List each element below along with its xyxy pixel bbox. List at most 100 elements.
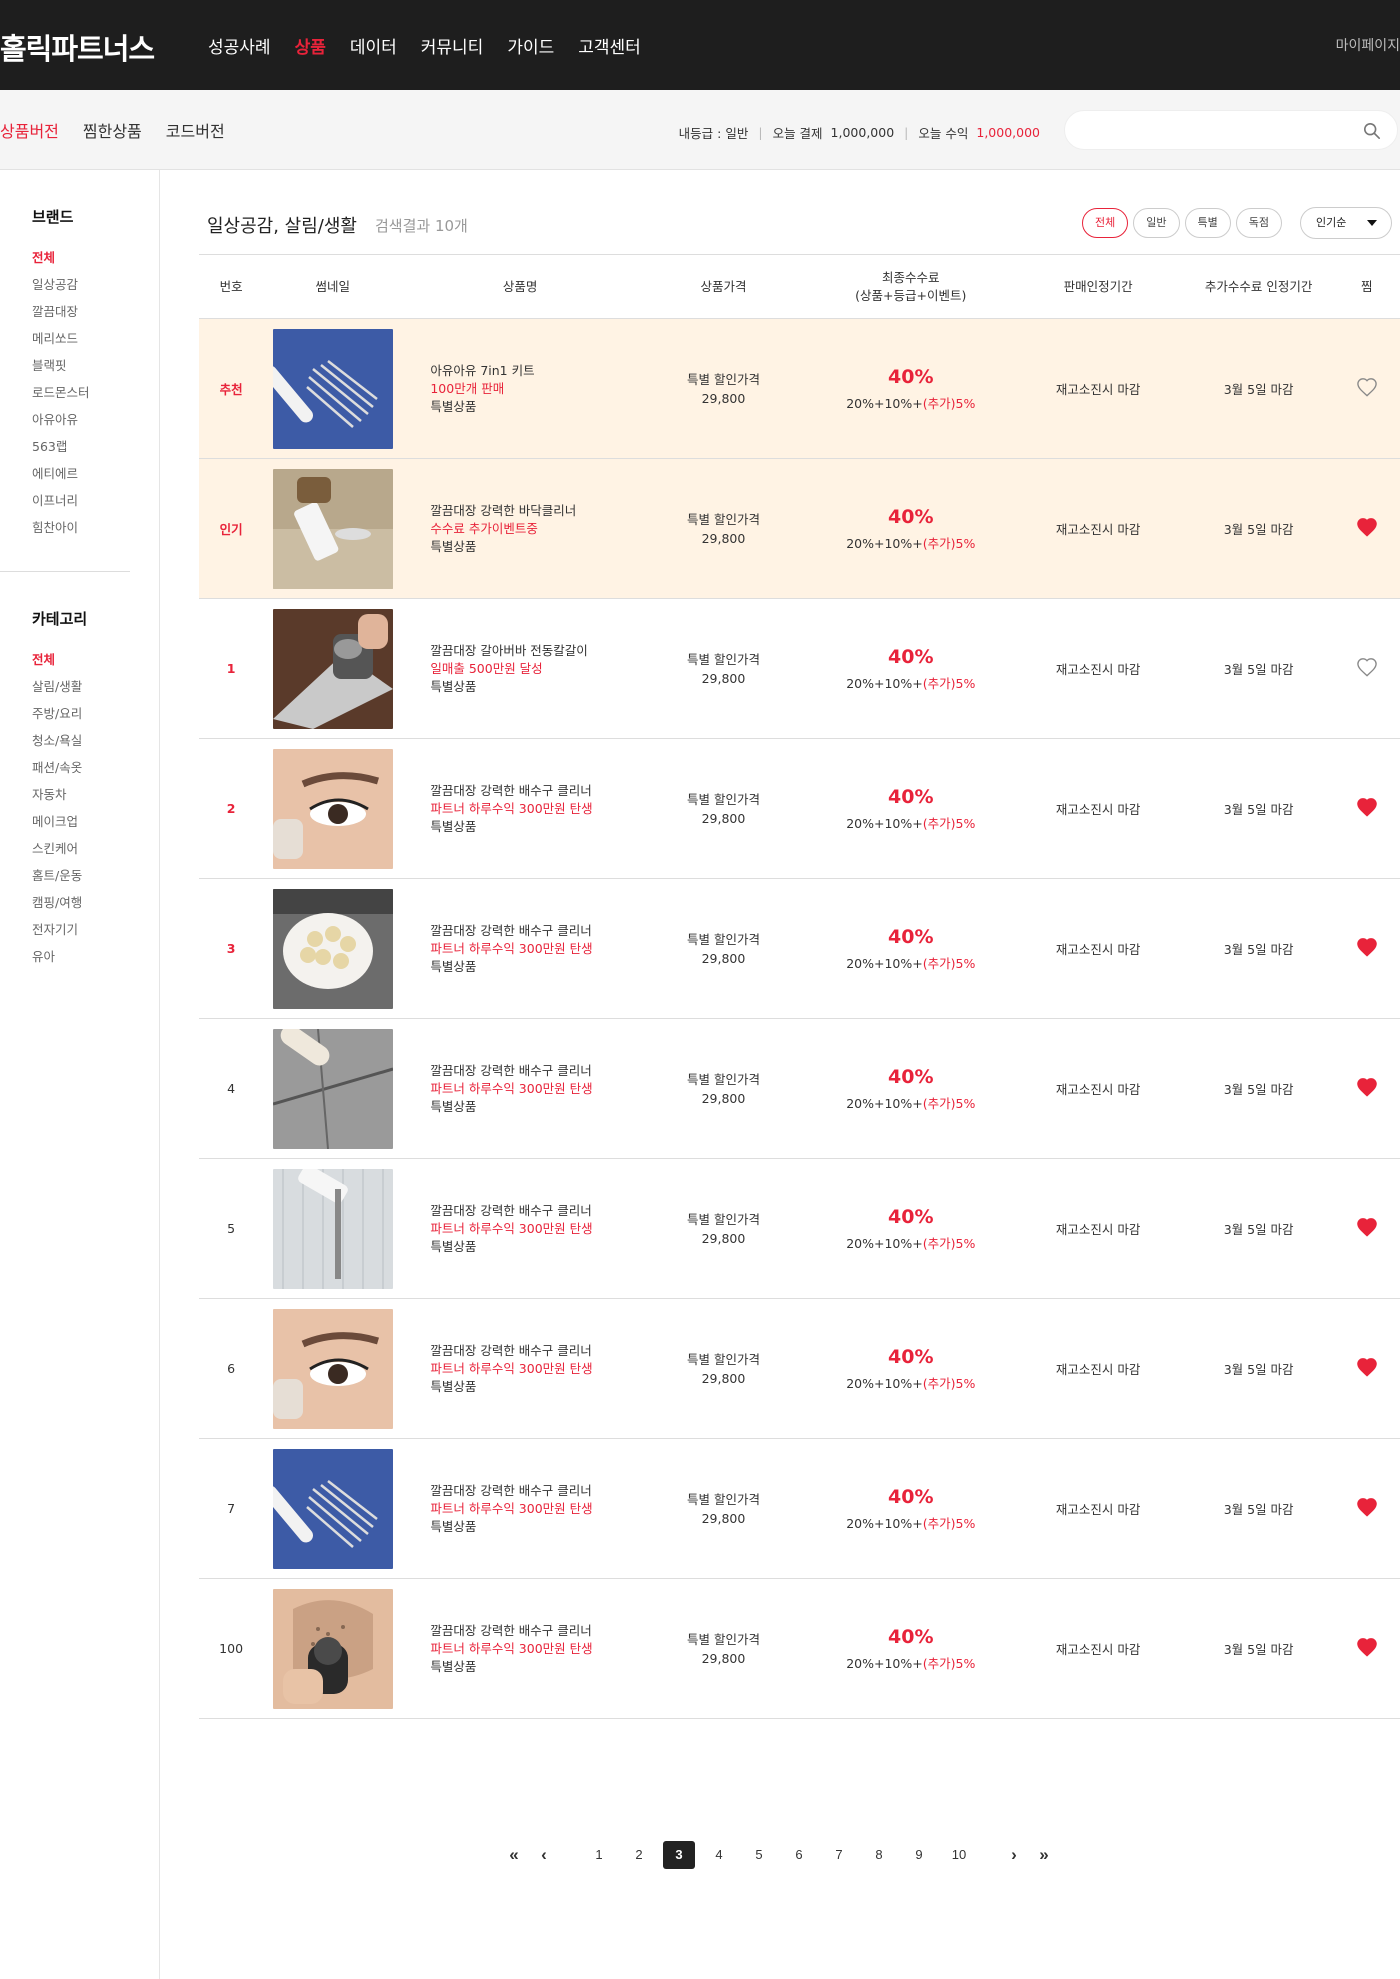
category-item[interactable]: 살림/생활	[32, 673, 82, 700]
table-row[interactable]: 6 깔끔대장 강력한 배수구 클리너 파트너 하루수익 300만원 탄생 특별상품 특별…	[199, 1298, 1400, 1439]
nav-item-0[interactable]: 성공사례	[208, 33, 271, 58]
logo[interactable]: 홀릭파트너스	[0, 26, 155, 68]
category-item[interactable]: 메이크업	[32, 808, 82, 835]
product-name[interactable]: 깔끔대장 강력한 배수구 클리너	[430, 1202, 637, 1220]
heart-icon[interactable]	[1356, 377, 1378, 397]
product-thumbnail[interactable]	[272, 1448, 393, 1569]
product-name[interactable]: 아유아유 7in1 키트	[430, 362, 637, 380]
nav-item-3[interactable]: 커뮤니티	[421, 33, 484, 58]
product-name[interactable]: 깔끔대장 강력한 배수구 클리너	[430, 1062, 637, 1080]
chevron-left-icon[interactable]: ‹	[532, 1841, 556, 1869]
row-like-cell	[1333, 738, 1400, 879]
category-item[interactable]: 캠핑/여행	[32, 889, 82, 916]
brand-item[interactable]: 전체	[32, 244, 90, 271]
nav-item-2[interactable]: 데이터	[350, 33, 397, 58]
table-row[interactable]: 100 깔끔대장 강력한 배수구 클리너 파트너 하루수익 300만원 탄생 특별상품…	[199, 1578, 1400, 1719]
view-tab-1[interactable]: 찜한상품	[83, 118, 142, 142]
nav-item-5[interactable]: 고객센터	[578, 33, 641, 58]
table-row[interactable]: 5 깔끔대장 강력한 배수구 클리너 파트너 하루수익 300만원 탄생 특별상품 특별…	[199, 1158, 1400, 1299]
filter-pill-3[interactable]: 독점	[1235, 208, 1282, 238]
table-row[interactable]: 7 깔끔대장 강력한 배수구 클리너 파트너 하루수익 300만원 탄생 특별상품 특별…	[199, 1438, 1400, 1579]
brand-item[interactable]: 이프너리	[32, 487, 90, 514]
brand-item[interactable]: 힘찬아이	[32, 514, 90, 541]
heart-icon[interactable]	[1356, 657, 1378, 677]
double-chevron-left-icon[interactable]: «	[502, 1841, 526, 1869]
page-number[interactable]: 10	[943, 1841, 975, 1869]
product-name[interactable]: 깔끔대장 강력한 배수구 클리너	[430, 1622, 637, 1640]
product-thumbnail[interactable]	[272, 1028, 393, 1149]
product-name[interactable]: 깔끔대장 갈아버바 전동칼갈이	[430, 642, 637, 660]
heart-icon[interactable]	[1356, 517, 1378, 537]
brand-item[interactable]: 깔끔대장	[32, 298, 90, 325]
price-label: 특별 할인가격	[686, 651, 760, 667]
product-thumbnail[interactable]	[272, 888, 393, 1009]
product-name[interactable]: 깔끔대장 강력한 바닥클리너	[430, 502, 637, 520]
page-number[interactable]: 8	[863, 1841, 895, 1869]
heart-icon[interactable]	[1356, 1357, 1378, 1377]
search-input[interactable]	[1083, 111, 1363, 149]
category-item[interactable]: 패션/속옷	[32, 754, 82, 781]
heart-icon[interactable]	[1356, 797, 1378, 817]
page-number[interactable]: 5	[743, 1841, 775, 1869]
table-row[interactable]: 4 깔끔대장 강력한 배수구 클리너 파트너 하루수익 300만원 탄생 특별상품 특별…	[199, 1018, 1400, 1159]
page-number[interactable]: 6	[783, 1841, 815, 1869]
table-row[interactable]: 1 깔끔대장 갈아버바 전동칼갈이 일매출 500만원 달성 특별상품 특별 할인가격 2…	[199, 598, 1400, 739]
heart-icon[interactable]	[1356, 1077, 1378, 1097]
nav-item-1[interactable]: 상품	[295, 33, 326, 58]
commission-breakdown: 20%+10%+	[846, 1095, 923, 1111]
table-row[interactable]: 2 깔끔대장 강력한 배수구 클리너 파트너 하루수익 300만원 탄생 특별상품 특별…	[199, 738, 1400, 879]
brand-item[interactable]: 563랩	[32, 433, 90, 460]
product-thumbnail[interactable]	[272, 1168, 393, 1289]
sub-bar: 상품버전 찜한상품 코드버전 내등급 : 일반 | 오늘 결제 1,000,000 …	[0, 90, 1400, 170]
brand-item[interactable]: 에티에르	[32, 460, 90, 487]
page-number[interactable]: 4	[703, 1841, 735, 1869]
category-item[interactable]: 자동차	[32, 781, 82, 808]
heart-icon[interactable]	[1356, 1497, 1378, 1517]
heart-icon[interactable]	[1356, 937, 1378, 957]
brand-item[interactable]: 블랙핏	[32, 352, 90, 379]
category-item[interactable]: 청소/욕실	[32, 727, 82, 754]
category-item[interactable]: 스킨케어	[32, 835, 82, 862]
product-thumbnail[interactable]	[272, 328, 393, 449]
product-thumbnail[interactable]	[272, 1308, 393, 1429]
product-name[interactable]: 깔끔대장 강력한 배수구 클리너	[430, 1342, 637, 1360]
filter-pill-2[interactable]: 특별	[1184, 208, 1231, 238]
view-tab-0[interactable]: 상품버전	[0, 118, 59, 142]
category-item[interactable]: 주방/요리	[32, 700, 82, 727]
page-number[interactable]: 9	[903, 1841, 935, 1869]
product-promo: 수수료 추가이벤트중	[430, 520, 538, 536]
page-number[interactable]: 1	[583, 1841, 615, 1869]
product-thumbnail[interactable]	[272, 748, 393, 869]
page-number[interactable]: 7	[823, 1841, 855, 1869]
heart-icon[interactable]	[1356, 1637, 1378, 1657]
brand-item[interactable]: 일상공감	[32, 271, 90, 298]
nav-item-4[interactable]: 가이드	[507, 33, 554, 58]
table-row[interactable]: 인기 깔끔대장 강력한 바닥클리너 수수료 추가이벤트중 특별상품 특별 할인가격 29,…	[199, 458, 1400, 599]
table-row[interactable]: 추천 아유아유 7in1 키트 100만개 판매 특별상품 특별 할인가격 29,800 4…	[199, 318, 1400, 459]
search-icon[interactable]	[1363, 122, 1381, 140]
page-number[interactable]: 2	[623, 1841, 655, 1869]
sort-select[interactable]: 인기순	[1300, 207, 1392, 239]
product-name[interactable]: 깔끔대장 강력한 배수구 클리너	[430, 782, 637, 800]
double-chevron-right-icon[interactable]: »	[1032, 1841, 1056, 1869]
product-name[interactable]: 깔끔대장 강력한 배수구 클리너	[430, 922, 637, 940]
brand-item[interactable]: 아유아유	[32, 406, 90, 433]
brand-item[interactable]: 메리쏘드	[32, 325, 90, 352]
table-row[interactable]: 3 깔끔대장 강력한 배수구 클리너 파트너 하루수익 300만원 탄생 특별상품 특별…	[199, 878, 1400, 1019]
heart-icon[interactable]	[1356, 1217, 1378, 1237]
view-tab-2[interactable]: 코드버전	[166, 118, 225, 142]
mypage-link[interactable]: 마이페이지	[1336, 35, 1400, 55]
category-item[interactable]: 전자기기	[32, 916, 82, 943]
filter-pill-0[interactable]: 전체	[1082, 208, 1129, 238]
page-number[interactable]: 3	[663, 1841, 695, 1869]
category-item[interactable]: 홈트/운동	[32, 862, 82, 889]
filter-pill-1[interactable]: 일반	[1133, 208, 1180, 238]
category-item[interactable]: 전체	[32, 646, 82, 673]
brand-item[interactable]: 로드몬스터	[32, 379, 90, 406]
category-item[interactable]: 유아	[32, 943, 82, 970]
product-thumbnail[interactable]	[272, 608, 393, 729]
chevron-right-icon[interactable]: ›	[1002, 1841, 1026, 1869]
product-thumbnail[interactable]	[272, 468, 393, 589]
product-thumbnail[interactable]	[272, 1588, 393, 1709]
product-name[interactable]: 깔끔대장 강력한 배수구 클리너	[430, 1482, 637, 1500]
